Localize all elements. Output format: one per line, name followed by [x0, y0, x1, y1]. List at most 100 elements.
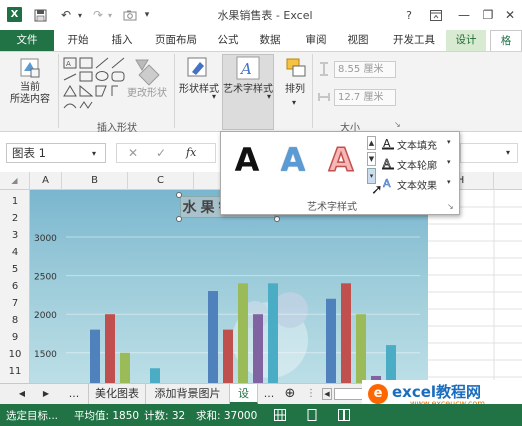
- text-fill-dropdown-icon[interactable]: ▾: [447, 138, 451, 146]
- sheet-tab-active[interactable]: 设: [230, 384, 258, 404]
- title-handle[interactable]: [176, 192, 182, 198]
- row-header[interactable]: 1: [0, 196, 30, 207]
- gallery-scroll-up-icon[interactable]: ▲: [367, 136, 376, 150]
- bar[interactable]: [268, 283, 278, 383]
- bar[interactable]: [90, 329, 100, 383]
- sheet-tab-beautify-chart[interactable]: 美化图表: [88, 384, 146, 404]
- restore-button[interactable]: ❐: [480, 8, 496, 22]
- wordart-styles-icon[interactable]: A: [236, 56, 260, 80]
- title-handle[interactable]: [176, 216, 182, 222]
- camera-icon[interactable]: [122, 8, 138, 22]
- tab-formulas[interactable]: 公式: [210, 30, 246, 51]
- bar[interactable]: [238, 283, 248, 383]
- bar[interactable]: [150, 368, 160, 383]
- format-selection-icon[interactable]: [18, 56, 42, 80]
- tab-developer[interactable]: 开发工具: [386, 30, 442, 51]
- height-input[interactable]: 8.55 厘米: [334, 61, 396, 78]
- text-outline-button[interactable]: 文本轮廓: [397, 157, 437, 172]
- select-all-corner[interactable]: ◢: [0, 172, 30, 190]
- row-header[interactable]: 3: [0, 230, 30, 241]
- redo-dropdown-icon[interactable]: ▾: [106, 8, 114, 22]
- shape-styles-dropdown-icon[interactable]: ▾: [212, 92, 216, 101]
- sheet-more-left[interactable]: ...: [66, 384, 82, 404]
- column-header-c[interactable]: C: [128, 172, 194, 190]
- row-header[interactable]: 6: [0, 281, 30, 292]
- change-shape-icon[interactable]: [128, 56, 164, 86]
- bar[interactable]: [326, 298, 336, 383]
- tab-file[interactable]: 文件: [0, 30, 54, 51]
- column-header-b[interactable]: B: [62, 172, 128, 190]
- text-outline-dropdown-icon[interactable]: ▾: [447, 158, 451, 166]
- wordart-styles-dropdown-icon[interactable]: ▾: [267, 92, 271, 101]
- bar[interactable]: [208, 291, 218, 383]
- wordart-style-black[interactable]: A: [225, 138, 269, 182]
- close-button[interactable]: ✕: [502, 8, 518, 22]
- cancel-icon[interactable]: ✕: [128, 146, 138, 160]
- hscroll-left-icon[interactable]: ◀: [322, 388, 332, 400]
- bar[interactable]: [386, 345, 396, 383]
- tab-view[interactable]: 视图: [340, 30, 376, 51]
- wordart-style-blue[interactable]: A: [271, 138, 315, 182]
- bar[interactable]: [253, 314, 263, 383]
- undo-icon[interactable]: ↶: [58, 8, 74, 22]
- row-header[interactable]: 7: [0, 298, 30, 309]
- tab-home[interactable]: 开始: [60, 30, 96, 51]
- save-icon[interactable]: [32, 8, 48, 22]
- minimize-button[interactable]: —: [456, 8, 472, 22]
- row-header[interactable]: 4: [0, 247, 30, 258]
- shape-styles-icon[interactable]: [186, 56, 210, 80]
- title-handle[interactable]: [274, 216, 280, 222]
- tab-design[interactable]: 设计: [446, 30, 486, 51]
- bar[interactable]: [356, 314, 366, 383]
- tab-page-layout[interactable]: 页面布局: [148, 30, 204, 51]
- row-header[interactable]: 11: [0, 366, 30, 377]
- current-selection-button[interactable]: 当前 所选内容: [2, 82, 58, 106]
- enter-icon[interactable]: ✓: [156, 146, 166, 160]
- sheet-prev-icon[interactable]: ◀: [16, 384, 28, 404]
- tab-split-handle[interactable]: ⋮: [304, 384, 318, 404]
- bar[interactable]: [105, 314, 115, 383]
- arrange-button[interactable]: 排列: [280, 84, 310, 96]
- bar[interactable]: [223, 329, 233, 383]
- tab-data[interactable]: 数据: [252, 30, 288, 51]
- name-box[interactable]: 图表 1: [6, 143, 106, 163]
- text-effect-button[interactable]: 文本效果: [397, 177, 437, 192]
- normal-view-icon[interactable]: [274, 409, 286, 421]
- add-sheet-icon[interactable]: ⊕: [282, 384, 298, 404]
- row-header[interactable]: 10: [0, 349, 30, 360]
- chart[interactable]: 30002500200015001000500 水果销售量: [30, 190, 428, 383]
- sheet-tab-add-background[interactable]: 添加背景图片: [146, 384, 230, 404]
- row-header[interactable]: 2: [0, 213, 30, 224]
- arrange-icon[interactable]: [284, 56, 308, 80]
- text-fill-button[interactable]: 文本填充: [397, 137, 437, 152]
- redo-icon[interactable]: ↷: [90, 8, 106, 22]
- gallery-scroll-down-icon[interactable]: ▼: [367, 152, 376, 166]
- tab-format[interactable]: 格: [490, 30, 522, 51]
- arrange-dropdown-icon[interactable]: ▾: [292, 98, 296, 107]
- change-shape-button[interactable]: 更改形状: [122, 88, 172, 100]
- width-input[interactable]: 12.7 厘米: [334, 89, 396, 106]
- row-header[interactable]: 5: [0, 264, 30, 275]
- qat-customize-icon[interactable]: ▾: [142, 8, 152, 22]
- wordart-style-red-outline[interactable]: A: [319, 138, 363, 182]
- name-box-dropdown-icon[interactable]: ▾: [92, 149, 96, 158]
- column-header-d[interactable]: [194, 172, 222, 190]
- sheet-next-icon[interactable]: ▶: [40, 384, 52, 404]
- fx-icon[interactable]: fx: [186, 146, 196, 159]
- help-button[interactable]: ?: [402, 8, 416, 22]
- tab-insert[interactable]: 插入: [104, 30, 140, 51]
- row-header[interactable]: 9: [0, 332, 30, 343]
- ribbon-display-icon[interactable]: [428, 8, 444, 22]
- bar[interactable]: [341, 283, 351, 383]
- bar[interactable]: [120, 352, 130, 383]
- formula-expand-icon[interactable]: ▾: [506, 148, 510, 157]
- tab-review[interactable]: 审阅: [298, 30, 334, 51]
- text-effect-dropdown-icon[interactable]: ▾: [447, 178, 451, 186]
- shapes-gallery[interactable]: A: [62, 56, 126, 112]
- size-dialog-launcher-icon[interactable]: ↘: [394, 120, 401, 129]
- column-header-a[interactable]: A: [30, 172, 62, 190]
- page-layout-view-icon[interactable]: [306, 409, 318, 421]
- page-break-view-icon[interactable]: [338, 409, 350, 421]
- sheet-more-right[interactable]: ...: [262, 384, 276, 404]
- row-header[interactable]: 8: [0, 315, 30, 326]
